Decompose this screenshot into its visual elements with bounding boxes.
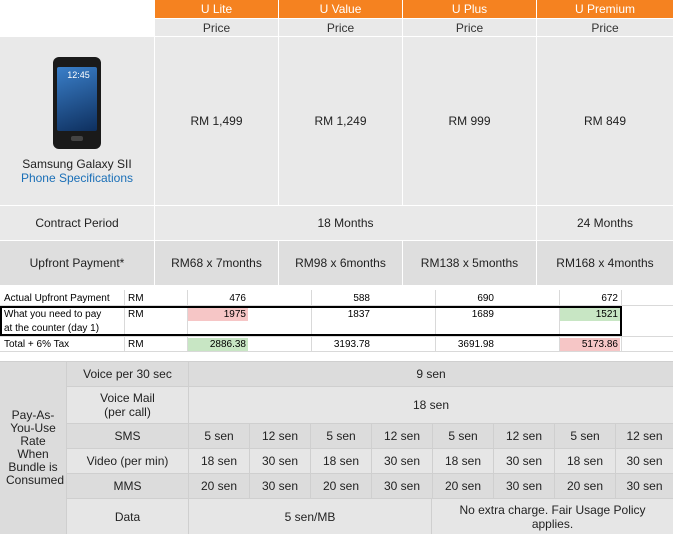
spreadsheet-summary: Actual Upfront Payment RM 476 588 690 67… xyxy=(0,290,673,356)
data-value-premium-text: No extra charge. Fair Usage Policy appli… xyxy=(459,502,646,531)
video-rate-cell: 30 sen xyxy=(616,449,673,473)
video-rate-cell: 30 sen xyxy=(494,449,554,473)
data-value-premium: No extra charge. Fair Usage Policy appli… xyxy=(432,499,673,534)
upfront-u-premium: RM168 x 4months xyxy=(537,241,673,285)
phone-name: Samsung Galaxy SII xyxy=(22,157,132,171)
sheet-cell: 3691.98 xyxy=(457,339,494,350)
contract-18-months: 18 Months xyxy=(155,206,536,240)
price-subheader: Price xyxy=(403,19,536,36)
price-u-lite: RM 1,499 xyxy=(155,37,278,205)
sms-rate-cell: 12 sen xyxy=(616,424,673,448)
mms-rate-cell: 20 sen xyxy=(433,474,493,498)
voicemail-value: 18 sen xyxy=(189,387,673,423)
sheet-cell: 690 xyxy=(477,293,494,304)
mms-rate-cell: 30 sen xyxy=(372,474,432,498)
sheet-cell: 1521 xyxy=(595,309,618,320)
phone-specifications-link[interactable]: Phone Specifications xyxy=(21,171,133,185)
voice-value: 9 sen xyxy=(189,362,673,386)
sheet-row-unit: RM xyxy=(128,339,144,350)
price-subheader: Price xyxy=(279,19,402,36)
video-rate-cell: 18 sen xyxy=(433,449,493,473)
upfront-u-plus: RM138 x 5months xyxy=(403,241,536,285)
sheet-cell: 588 xyxy=(353,293,370,304)
price-u-value: RM 1,249 xyxy=(279,37,402,205)
contract-24-months: 24 Months xyxy=(537,206,673,240)
sheet-row-label: Actual Upfront Payment xyxy=(4,293,110,304)
mms-rate-cell: 20 sen xyxy=(311,474,371,498)
price-subheader: Price xyxy=(155,19,278,36)
price-subheader: Price xyxy=(537,19,673,36)
sheet-row-unit: RM xyxy=(128,293,144,304)
phone-screen-clock: 12:45 xyxy=(67,70,90,80)
payg-side-label-text: Pay-As-You-Use Rate When Bundle is Consu… xyxy=(6,408,65,487)
plan-header-u-plus: U Plus xyxy=(403,0,536,18)
sheet-cell: 3193.78 xyxy=(333,339,370,350)
mms-rate-cell: 20 sen xyxy=(555,474,615,498)
contract-period-label: Contract Period xyxy=(0,206,154,240)
sheet-cell: 1689 xyxy=(471,309,494,320)
sheet-cell: 672 xyxy=(601,293,618,304)
sheet-cell: 476 xyxy=(229,293,246,304)
sheet-cell: 1975 xyxy=(223,309,246,320)
mms-rate-cell: 20 sen xyxy=(189,474,249,498)
sms-rate-cell: 12 sen xyxy=(494,424,554,448)
sms-rate-cell: 12 sen xyxy=(372,424,432,448)
plan-header-u-value: U Value xyxy=(279,0,402,18)
sheet-cell: 2886.38 xyxy=(209,339,246,350)
sheet-row-label: Total + 6% Tax xyxy=(4,339,70,350)
sms-rate-cell: 12 sen xyxy=(250,424,310,448)
payg-side-label: Pay-As-You-Use Rate When Bundle is Consu… xyxy=(0,362,66,534)
sms-rate-cell: 5 sen xyxy=(433,424,493,448)
phone-image: 12:45 xyxy=(53,57,101,149)
upfront-u-lite: RM68 x 7months xyxy=(155,241,278,285)
voicemail-label-text: Voice Mail (per call) xyxy=(100,391,155,419)
video-rate-cell: 18 sen xyxy=(189,449,249,473)
upfront-payment-label: Upfront Payment* xyxy=(0,241,154,285)
sms-rate-cell: 5 sen xyxy=(555,424,615,448)
video-rate-cell: 18 sen xyxy=(311,449,371,473)
plan-header-u-premium: U Premium xyxy=(537,0,673,18)
voicemail-label: Voice Mail (per call) xyxy=(67,387,188,423)
video-rate-cell: 30 sen xyxy=(250,449,310,473)
data-label: Data xyxy=(67,499,188,534)
price-u-plus: RM 999 xyxy=(403,37,536,205)
sheet-row-label-line2: at the counter (day 1) xyxy=(4,323,100,334)
data-value: 5 sen/MB xyxy=(189,499,431,534)
mms-rate-cell: 30 sen xyxy=(494,474,554,498)
sheet-row-unit: RM xyxy=(128,309,144,320)
mms-label: MMS xyxy=(67,474,188,498)
sms-rate-cell: 5 sen xyxy=(311,424,371,448)
sms-rate-cell: 5 sen xyxy=(189,424,249,448)
sheet-cell: 5173.86 xyxy=(581,339,618,350)
voice-label: Voice per 30 sec xyxy=(67,362,188,386)
phone-cell: 12:45 Samsung Galaxy SII Phone Specifica… xyxy=(0,37,154,205)
mms-rate-cell: 30 sen xyxy=(250,474,310,498)
sms-label: SMS xyxy=(67,424,188,448)
price-u-premium: RM 849 xyxy=(537,37,673,205)
sheet-row-label: What you need to pay xyxy=(4,309,102,320)
sheet-cell: 1837 xyxy=(347,309,370,320)
upfront-u-value: RM98 x 6months xyxy=(279,241,402,285)
video-label: Video (per min) xyxy=(67,449,188,473)
plan-header-u-lite: U Lite xyxy=(155,0,278,18)
mms-rate-cell: 30 sen xyxy=(616,474,673,498)
video-rate-cell: 30 sen xyxy=(372,449,432,473)
video-rate-cell: 18 sen xyxy=(555,449,615,473)
